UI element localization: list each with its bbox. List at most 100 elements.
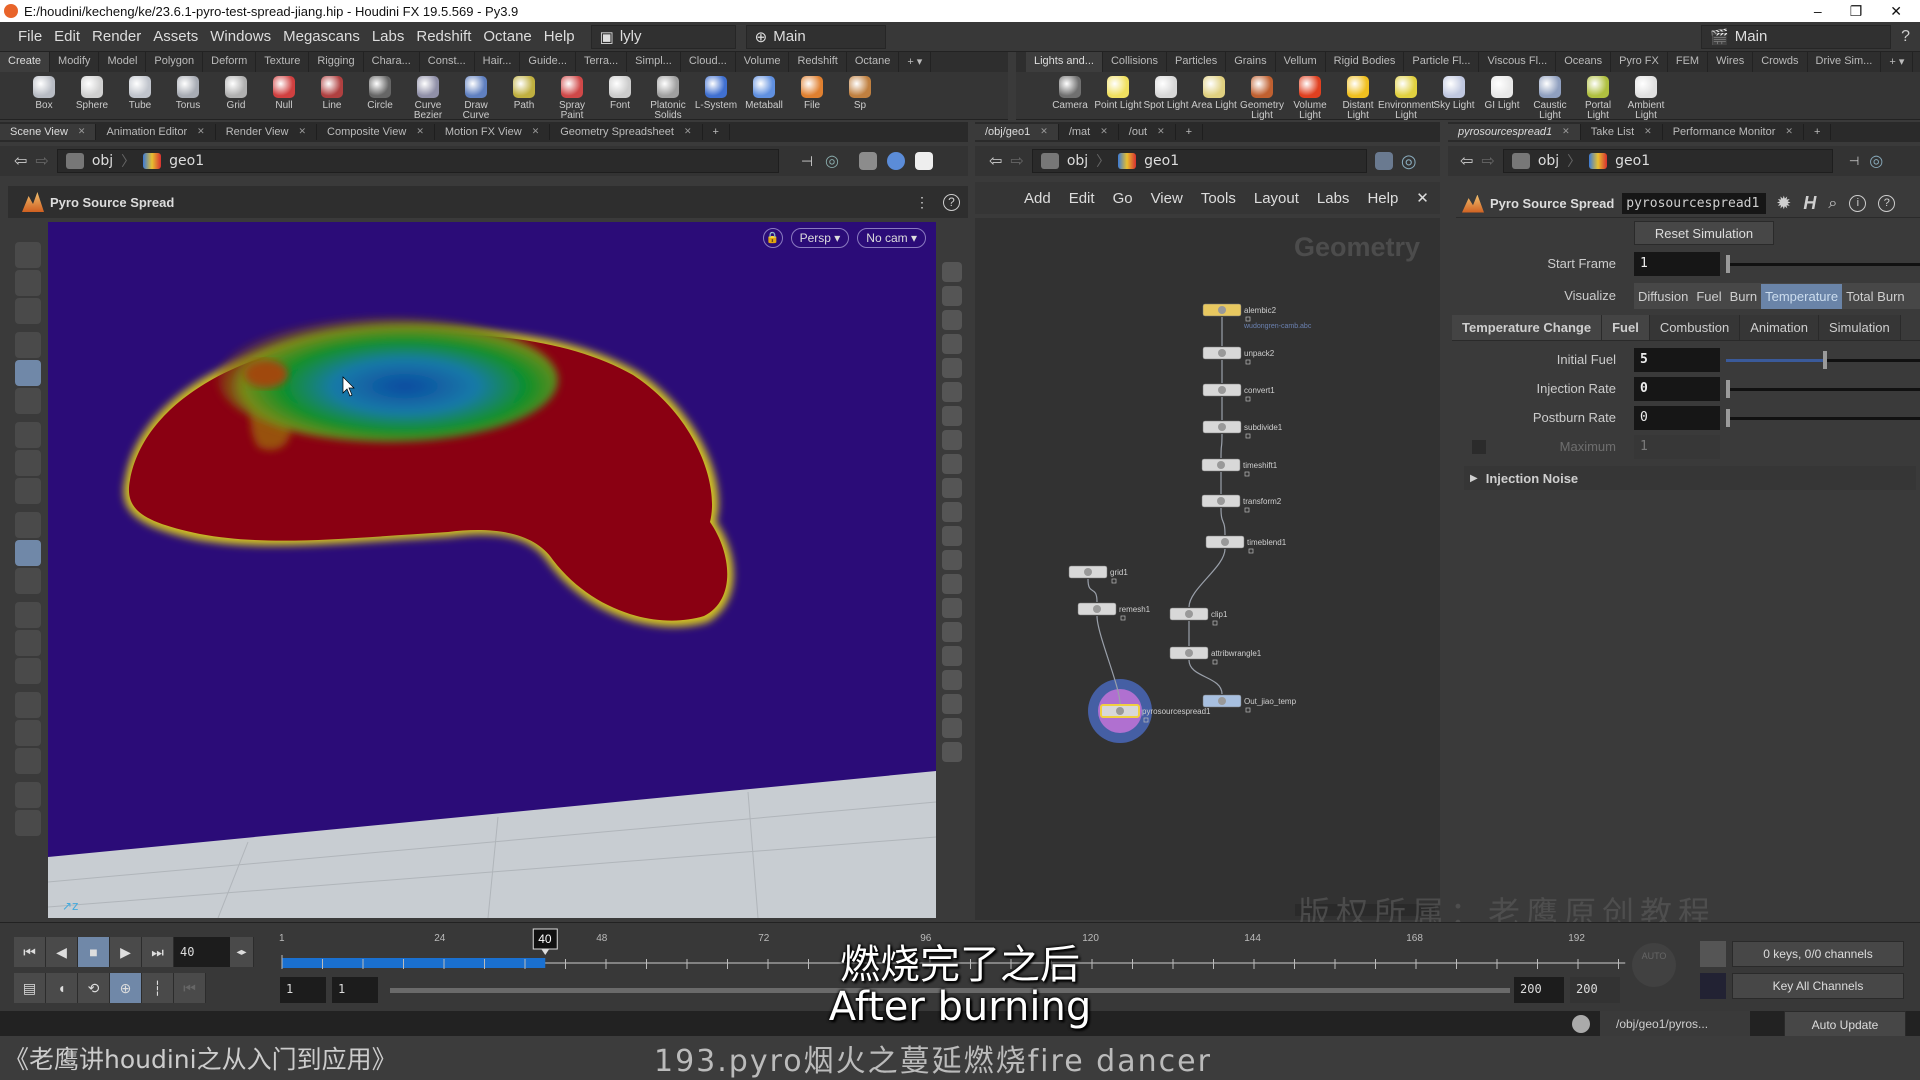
link-icon[interactable]: ◎ [1869,151,1883,171]
shelf-tool-line[interactable]: Line [308,72,356,111]
shelf-tool-point-light[interactable]: Point Light [1094,72,1142,111]
handle-icon[interactable] [15,270,41,296]
shelf-tab-simpl[interactable]: Simpl... [627,52,681,72]
shelf-tab-octane[interactable]: Octane [847,52,900,72]
shelf-tool-gi-light[interactable]: GI Light [1478,72,1526,111]
right-context-selector[interactable]: 🎬 Main [1701,24,1892,49]
tab-motion-fx-view[interactable]: Motion FX View ✕ [435,124,551,140]
move-icon[interactable] [15,478,41,504]
close-tab-icon[interactable]: ✕ [1157,126,1165,138]
fx-icon[interactable] [942,502,962,522]
net-menu-layout[interactable]: Layout [1245,190,1308,207]
node-name-field[interactable]: pyrosourcespread1 [1622,193,1767,214]
shelf-tool-sky-light[interactable]: Sky Light [1430,72,1478,111]
menu-megascans[interactable]: Megascans [277,28,366,45]
back-icon[interactable]: ⇦ [975,151,1010,171]
wire-icon[interactable] [942,286,962,306]
shelf-tool-environment-light[interactable]: Environment Light [1378,72,1434,121]
close-tab-icon[interactable]: ✕ [1100,126,1108,138]
tab-animation-editor[interactable]: Animation Editor ✕ [96,124,216,140]
context-selector[interactable]: ⊕ Main [745,24,886,49]
tab-render-view[interactable]: Render View ✕ [216,124,318,140]
network-editor[interactable]: Geometry alembic2 wudongren-camb.abc unpac… [975,218,1440,920]
net-menu-help[interactable]: Help [1358,190,1407,207]
brush-icon[interactable] [942,550,962,570]
shelf-tool-distant-light[interactable]: Distant Light [1334,72,1382,121]
link-icon[interactable]: ◎ [825,151,839,171]
start-frame-field[interactable]: 1 [1634,252,1720,276]
pin-icon[interactable]: ⊣ [1849,154,1859,168]
close-tab-icon[interactable]: ✕ [1040,126,1048,138]
forward-icon[interactable]: ⇨ [35,151,56,171]
ghost-icon[interactable] [942,334,962,354]
dots-icon[interactable] [15,782,41,808]
param-tab-temperature-change[interactable]: Temperature Change [1452,315,1603,340]
back-icon[interactable]: ⇦ [0,151,35,171]
shelf-tab-polygon[interactable]: Polygon [146,52,204,72]
menu-octane[interactable]: Octane [477,28,537,45]
viewport-3d[interactable]: ↗z 🔒 Persp ▾ No cam ▾ [48,222,936,918]
shelf-tool-portal-light[interactable]: Portal Light [1574,72,1622,121]
menu-windows[interactable]: Windows [204,28,277,45]
render-icon[interactable] [15,748,41,774]
injection-rate-field[interactable]: 0 [1634,377,1720,401]
shelf-tab-chara[interactable]: Chara... [364,52,420,72]
net-menu-view[interactable]: View [1142,190,1192,207]
shelf-tool-path[interactable]: Path [500,72,548,111]
shade-icon[interactable] [942,358,962,378]
shelf-tab-viscous-fl[interactable]: Viscous Fl... [1479,52,1557,72]
bulb-icon[interactable] [942,406,962,426]
new-tab-icon[interactable]: + [703,124,730,140]
sphere-icon[interactable] [15,810,41,836]
close-tab-icon[interactable]: ✕ [532,126,540,138]
shelf-tab-vellum[interactable]: Vellum [1276,52,1326,72]
maximum-checkbox[interactable] [1472,440,1486,454]
curve-icon[interactable] [15,630,41,656]
add-shelf-tab-icon[interactable]: + ▾ [1881,52,1914,72]
shelf-tab-volume[interactable]: Volume [736,52,790,72]
pen-icon[interactable] [942,574,962,594]
shelf-tab-oceans[interactable]: Oceans [1556,52,1612,72]
box-icon[interactable] [15,568,41,594]
shelf-tool-sp[interactable]: Sp [836,72,884,111]
param-tab-simulation[interactable]: Simulation [1819,315,1901,340]
tab-take-list[interactable]: Take List ✕ [1581,124,1663,140]
network-breadcrumb[interactable]: obj 〉 geo1 [1031,149,1367,173]
close-tab-icon[interactable]: ✕ [1644,126,1652,138]
forward-icon[interactable]: ⇨ [1010,151,1031,171]
paint-icon[interactable] [15,388,41,414]
cube-icon[interactable] [942,454,962,474]
lock-icon[interactable] [15,360,41,386]
shelf-tool-l-system[interactable]: L-System [692,72,740,111]
back-icon[interactable]: ⇦ [1448,151,1481,171]
shelf-tab-create[interactable]: Create [0,52,51,72]
new-tab-icon[interactable]: + [1804,124,1832,140]
shelf-tool-file[interactable]: File [788,72,836,111]
shelf-tab-rigging[interactable]: Rigging [309,52,364,72]
shading-icon[interactable] [886,152,905,170]
tab-geometry-spreadsheet[interactable]: Geometry Spreadsheet ✕ [550,124,703,140]
tab-pyrosourcespread1[interactable]: pyrosourcespread1 ✕ [1448,124,1581,140]
shelf-tool-draw-curve[interactable]: Draw Curve [452,72,500,121]
tab-obj-geo1[interactable]: /obj/geo1 ✕ [975,124,1059,140]
shelf-tab-collisions[interactable]: Collisions [1103,52,1168,72]
shelf-tab-pyro-fx[interactable]: Pyro FX [1611,52,1668,72]
info-icon[interactable]: i [1849,195,1867,212]
reset-simulation-button[interactable]: Reset Simulation [1634,221,1774,245]
menu-file[interactable]: File [12,28,48,45]
shelf-tool-font[interactable]: Font [596,72,644,111]
ruler-icon[interactable] [942,670,962,690]
shelf-tool-tube[interactable]: Tube [116,72,164,111]
network-tools-icon[interactable]: ✕ [1407,189,1438,207]
path-breadcrumb[interactable]: obj 〉 geo1 [56,149,779,173]
shelf-tab-crowds[interactable]: Crowds [1753,52,1808,72]
camera-icon[interactable] [15,692,41,718]
shelf-tool-volume-light[interactable]: Volume Light [1286,72,1334,121]
lasso-icon[interactable] [15,602,41,628]
add-shelf-tab-icon[interactable]: + ▾ [899,52,932,72]
visualize-option-burn[interactable]: Burn [1726,284,1761,309]
net-menu-go[interactable]: Go [1104,190,1142,207]
help-icon[interactable]: ? [1878,195,1896,212]
maximize-button[interactable]: ❐ [1850,3,1863,20]
pin-icon[interactable] [1374,152,1393,170]
